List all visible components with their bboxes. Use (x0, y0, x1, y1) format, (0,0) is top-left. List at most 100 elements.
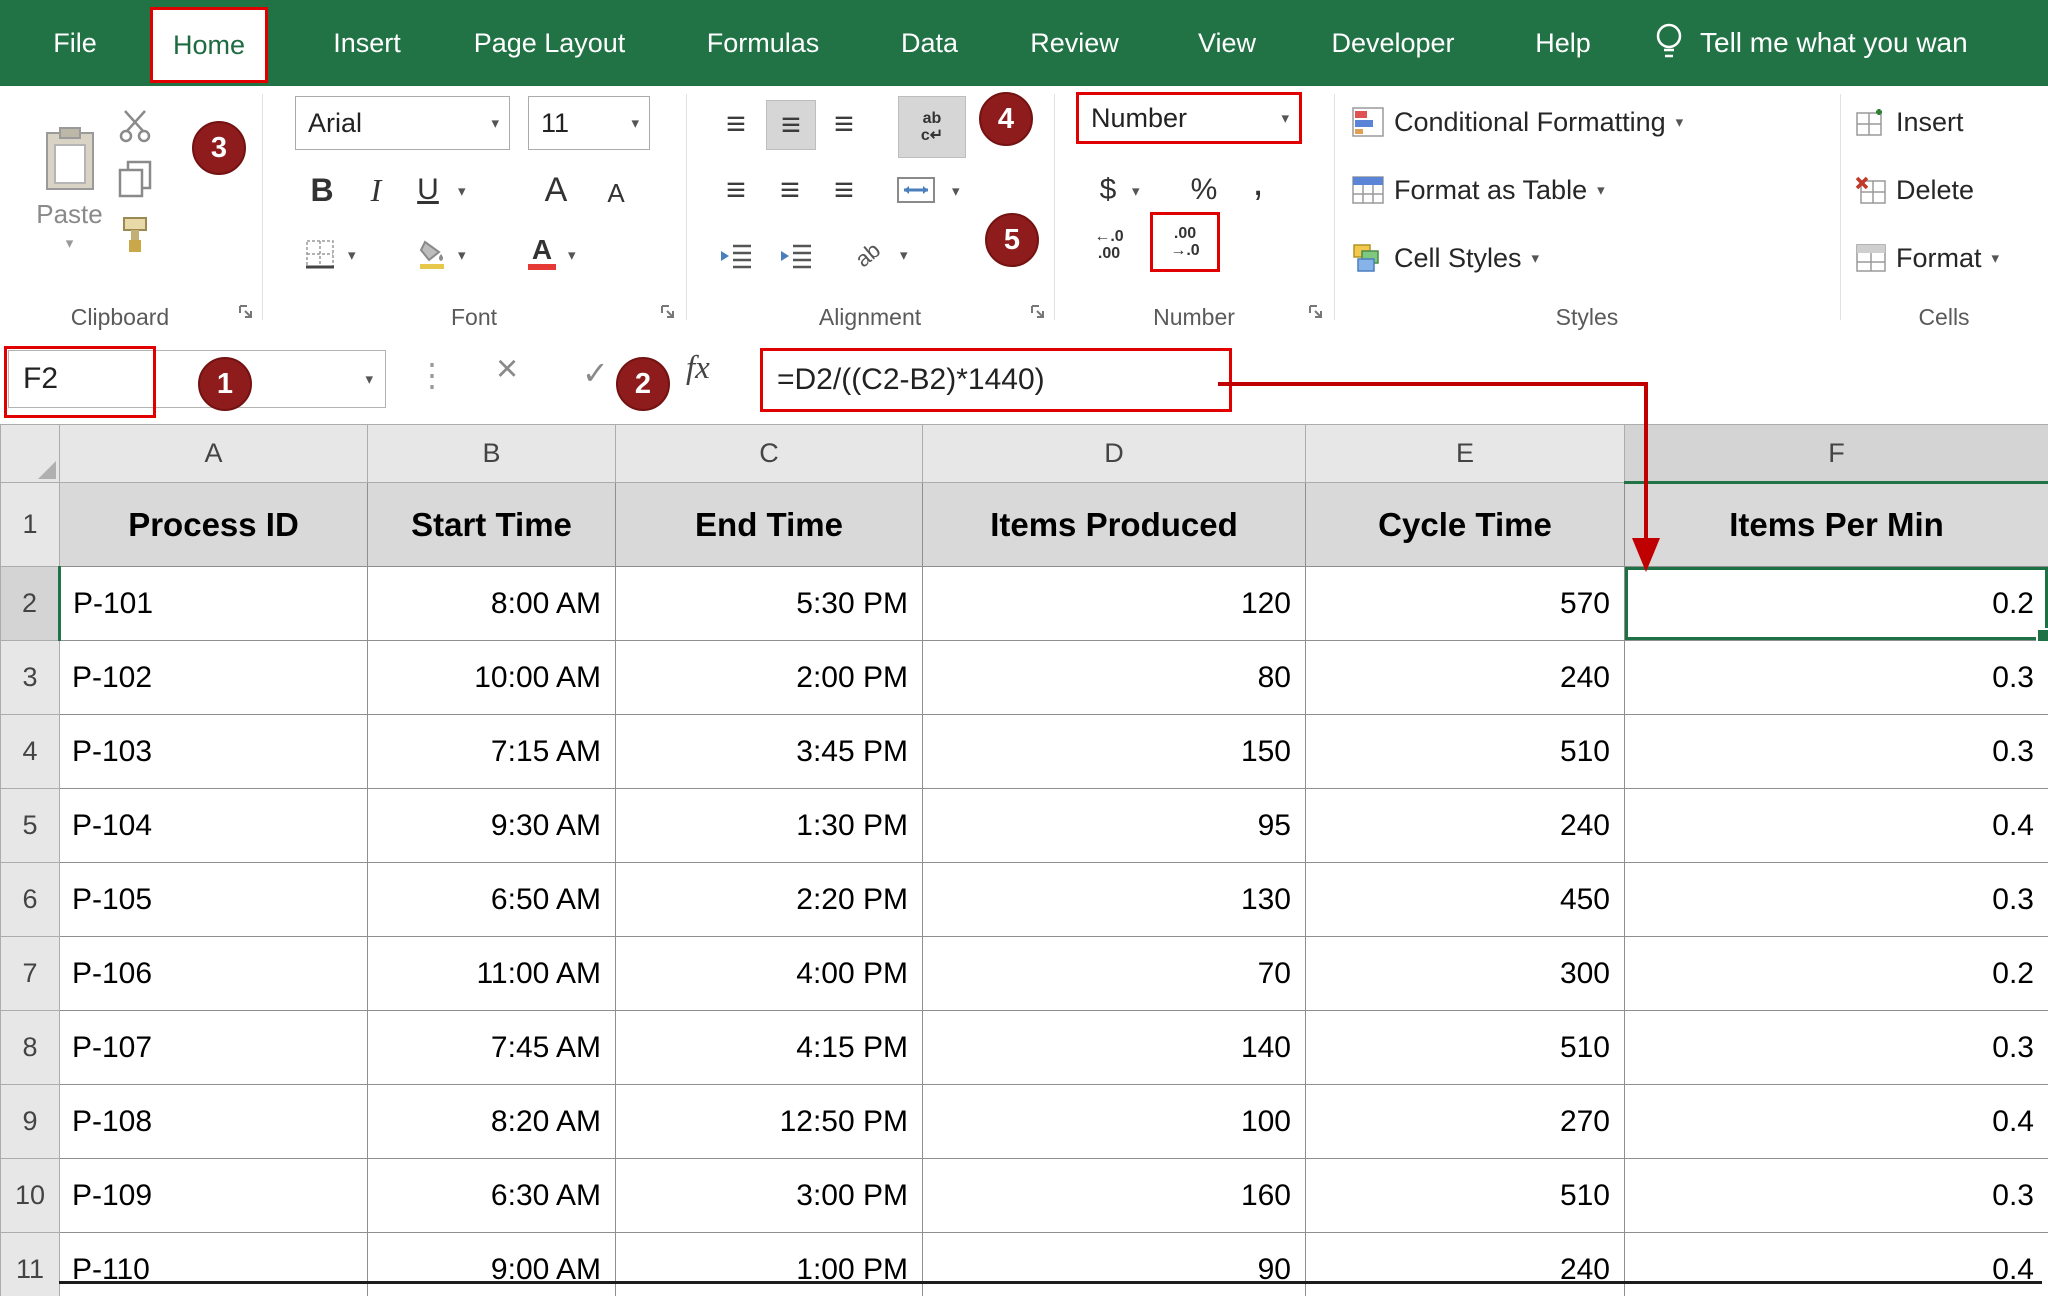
cell[interactable]: 570 (1306, 567, 1625, 641)
cell[interactable]: P-102 (60, 641, 368, 715)
column-header-a[interactable]: A (60, 425, 368, 483)
cell[interactable]: 3:00 PM (616, 1159, 923, 1233)
orientation-button[interactable]: ab (832, 219, 904, 291)
tab-help[interactable]: Help (1518, 0, 1608, 86)
cell[interactable]: P-108 (60, 1085, 368, 1159)
fill-color-button[interactable] (412, 232, 452, 276)
cell[interactable]: 9:30 AM (368, 789, 616, 863)
fx-icon[interactable]: fx (686, 350, 710, 387)
cell[interactable]: 510 (1306, 715, 1625, 789)
tab-insert[interactable]: Insert (312, 0, 422, 86)
row-header-5[interactable]: 5 (1, 789, 60, 863)
row-header-3[interactable]: 3 (1, 641, 60, 715)
header-cell[interactable]: Items Per Min (1625, 483, 2048, 567)
borders-button[interactable] (300, 232, 340, 276)
cell[interactable]: 240 (1306, 641, 1625, 715)
row-header-1[interactable]: 1 (1, 483, 60, 567)
cell[interactable]: 100 (923, 1085, 1306, 1159)
cell[interactable]: 8:20 AM (368, 1085, 616, 1159)
tab-file[interactable]: File (35, 0, 115, 86)
underline-button[interactable]: U (408, 164, 448, 216)
number-format-combo[interactable]: Number ▾ (1076, 92, 1302, 144)
decrease-decimal-button[interactable]: .00 →.0 (1150, 212, 1220, 272)
cell[interactable]: P-110 (60, 1233, 368, 1296)
accounting-format-button[interactable]: $ (1088, 166, 1128, 214)
cell[interactable]: 0.4 (1625, 1233, 2048, 1296)
format-painter-button[interactable] (112, 212, 158, 258)
tab-review[interactable]: Review (1012, 0, 1137, 86)
formula-bar-grip-icon[interactable]: ⋮ (416, 356, 448, 394)
cell[interactable]: 80 (923, 641, 1306, 715)
copy-button[interactable] (112, 156, 158, 202)
align-right-button[interactable]: ≡ (820, 166, 868, 214)
cell[interactable]: 0.3 (1625, 641, 2048, 715)
column-header-c[interactable]: C (616, 425, 923, 483)
cell[interactable]: 2:00 PM (616, 641, 923, 715)
cell[interactable]: 140 (923, 1011, 1306, 1085)
format-cells-button[interactable]: Format ▾ (1856, 230, 1999, 286)
merge-dropdown-icon[interactable]: ▾ (952, 184, 960, 199)
cell[interactable]: 300 (1306, 937, 1625, 1011)
cell[interactable]: 120 (923, 567, 1306, 641)
number-dialog-launcher-icon[interactable] (1306, 302, 1326, 322)
formula-input[interactable]: =D2/((C2-B2)*1440) (760, 348, 1232, 412)
header-cell[interactable]: Cycle Time (1306, 483, 1625, 567)
borders-dropdown-icon[interactable]: ▾ (348, 248, 356, 263)
cell[interactable]: 160 (923, 1159, 1306, 1233)
cell[interactable]: 3:45 PM (616, 715, 923, 789)
format-as-table-button[interactable]: Format as Table ▾ (1352, 162, 1605, 218)
cell[interactable]: 0.3 (1625, 1159, 2048, 1233)
column-header-d[interactable]: D (923, 425, 1306, 483)
cell-styles-button[interactable]: Cell Styles ▾ (1352, 230, 1539, 286)
cell[interactable]: 7:15 AM (368, 715, 616, 789)
cell[interactable]: 0.3 (1625, 1011, 2048, 1085)
align-top-button[interactable]: ≡ (712, 100, 760, 148)
cell[interactable]: 0.2 (1625, 937, 2048, 1011)
row-header-7[interactable]: 7 (1, 937, 60, 1011)
cell[interactable]: 6:30 AM (368, 1159, 616, 1233)
cell[interactable]: 7:45 AM (368, 1011, 616, 1085)
cell[interactable]: 0.4 (1625, 1085, 2048, 1159)
tab-view[interactable]: View (1182, 0, 1272, 86)
column-header-e[interactable]: E (1306, 425, 1625, 483)
font-color-dropdown-icon[interactable]: ▾ (568, 248, 576, 263)
cut-button[interactable] (112, 104, 158, 148)
tab-developer[interactable]: Developer (1308, 0, 1478, 86)
increase-font-size-button[interactable]: A (532, 164, 580, 216)
underline-dropdown-icon[interactable]: ▾ (458, 184, 466, 199)
tab-page-layout[interactable]: Page Layout (452, 0, 647, 86)
font-name-combo[interactable]: Arial ▾ (295, 96, 510, 150)
select-all-corner[interactable] (1, 425, 60, 483)
cell[interactable]: 0.3 (1625, 863, 2048, 937)
name-box-dropdown-icon[interactable]: ▾ (353, 372, 385, 387)
italic-button[interactable]: I (356, 164, 396, 216)
cell[interactable]: P-109 (60, 1159, 368, 1233)
header-cell[interactable]: Items Produced (923, 483, 1306, 567)
merge-center-button[interactable] (890, 170, 942, 210)
bold-button[interactable]: B (300, 164, 344, 216)
tab-home[interactable]: Home (150, 7, 268, 83)
cell[interactable]: 90 (923, 1233, 1306, 1296)
cell[interactable]: 70 (923, 937, 1306, 1011)
cell[interactable]: P-105 (60, 863, 368, 937)
align-center-button[interactable]: ≡ (766, 166, 814, 214)
font-color-button[interactable]: A (522, 228, 562, 278)
cell[interactable]: P-104 (60, 789, 368, 863)
row-header-2[interactable]: 2 (1, 567, 60, 641)
decrease-indent-button[interactable] (712, 234, 760, 278)
header-cell[interactable]: Start Time (368, 483, 616, 567)
cell[interactable]: 6:50 AM (368, 863, 616, 937)
row-header-9[interactable]: 9 (1, 1085, 60, 1159)
cell[interactable]: 4:00 PM (616, 937, 923, 1011)
align-middle-button[interactable]: ≡ (766, 100, 816, 150)
cell[interactable]: 11:00 AM (368, 937, 616, 1011)
confirm-entry-icon[interactable]: ✓ (582, 354, 609, 392)
cell[interactable]: 5:30 PM (616, 567, 923, 641)
align-bottom-button[interactable]: ≡ (820, 100, 868, 148)
tell-me-search[interactable]: Tell me what you wan (1700, 0, 2048, 86)
clipboard-dialog-launcher-icon[interactable] (236, 302, 256, 322)
increase-decimal-button[interactable]: ←.0 .00 (1080, 216, 1138, 274)
insert-cells-button[interactable]: Insert (1856, 94, 1964, 150)
percent-style-button[interactable]: % (1182, 166, 1226, 214)
row-header-4[interactable]: 4 (1, 715, 60, 789)
